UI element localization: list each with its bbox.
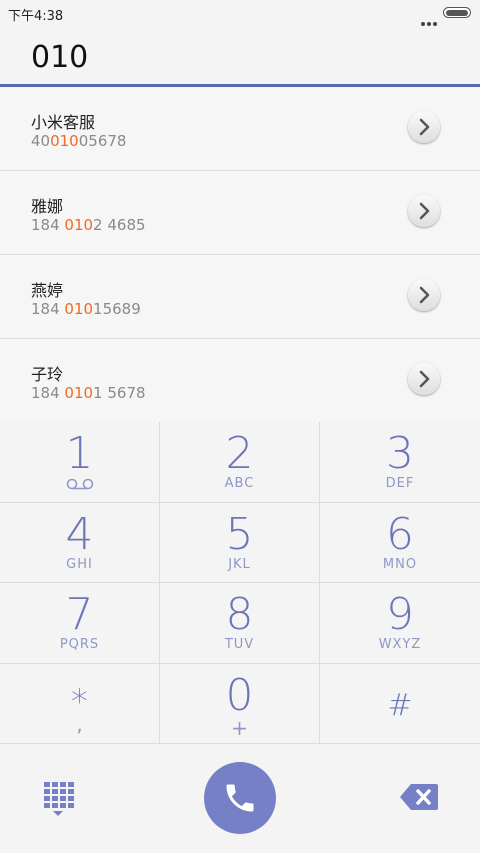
dialpad-grid-icon[interactable] — [42, 782, 74, 816]
key-digit: # — [387, 687, 413, 723]
key-letters: WXYZ — [378, 637, 422, 652]
result-row[interactable]: 子玲 184 0101 5678 — [0, 339, 480, 423]
contact-detail-button[interactable] — [408, 195, 440, 227]
key-6[interactable]: 6 MNO — [320, 503, 480, 583]
key-digit: 9 — [386, 589, 414, 640]
matched-digits: 010 — [64, 300, 94, 318]
voicemail-icon — [66, 478, 94, 490]
contact-detail-button[interactable] — [408, 363, 440, 395]
backspace-icon[interactable] — [399, 782, 439, 812]
status-bar: 下午4:38 — [0, 0, 480, 28]
key-letters: + — [231, 715, 248, 740]
key-0[interactable]: 0 + — [160, 663, 320, 744]
key-digit: 4 — [65, 508, 94, 560]
key-letters: ABC — [224, 476, 255, 491]
chevron-right-icon — [419, 286, 430, 304]
matched-digits: 010 — [50, 132, 79, 150]
key-7[interactable]: 7 PQRS — [0, 583, 160, 664]
chevron-right-icon — [419, 202, 430, 220]
contact-number: 184 0102 4685 — [31, 216, 146, 234]
contact-number: 184 01015689 — [31, 300, 141, 318]
key-2[interactable]: 2 ABC — [160, 422, 320, 503]
key-9[interactable]: 9 WXYZ — [320, 583, 480, 664]
key-star[interactable]: * , — [0, 663, 160, 744]
contact-name: 子玲 — [31, 365, 64, 384]
key-letters: TUV — [224, 637, 255, 652]
contact-number: 184 0101 5678 — [31, 384, 146, 402]
contact-number: 4001005678 — [31, 132, 127, 150]
key-digit: 1 — [65, 428, 94, 479]
key-letters: JKL — [228, 556, 251, 572]
contact-name: 燕婷 — [31, 281, 64, 300]
contact-name: 小米客服 — [31, 113, 96, 132]
call-button[interactable] — [204, 762, 276, 834]
contact-name: 雅娜 — [31, 197, 64, 216]
result-row[interactable]: 小米客服 4001005678 — [0, 87, 480, 171]
bottom-action-bar — [0, 744, 480, 853]
key-letters: GHI — [66, 556, 93, 572]
chevron-right-icon — [419, 118, 430, 136]
result-row[interactable]: 雅娜 184 0102 4685 — [0, 171, 480, 255]
dial-input-area[interactable]: 010 — [0, 28, 480, 86]
search-results-list: 小米客服 4001005678 雅娜 184 0102 4685 燕婷 184 … — [0, 87, 480, 423]
key-digit: 6 — [386, 508, 414, 560]
battery-icon — [443, 7, 471, 18]
key-4[interactable]: 4 GHI — [0, 502, 160, 583]
key-3[interactable]: 3 DEF — [320, 422, 480, 503]
key-digit: 5 — [225, 508, 254, 560]
key-8[interactable]: 8 TUV — [160, 583, 320, 664]
result-row[interactable]: 燕婷 184 01015689 — [0, 255, 480, 339]
matched-digits: 010 — [64, 216, 94, 234]
phone-icon — [226, 784, 254, 812]
key-letters: MNO — [382, 556, 418, 572]
dial-keypad: 1 2 ABC 3 DEF 4 GHI 5 JKL 6 MNO 7 PQRS 8… — [0, 422, 480, 744]
key-1[interactable]: 1 — [0, 422, 160, 503]
key-5[interactable]: 5 JKL — [160, 502, 320, 583]
key-digit: 8 — [225, 589, 254, 640]
dial-input[interactable]: 010 — [31, 40, 88, 75]
contact-detail-button[interactable] — [408, 279, 440, 311]
chevron-right-icon — [419, 370, 430, 388]
key-digit: 7 — [65, 589, 94, 640]
key-digit: 0 — [225, 669, 254, 721]
matched-digits: 010 — [64, 384, 94, 402]
key-letters: , — [76, 711, 83, 736]
status-time: 下午4:38 — [8, 9, 64, 24]
key-letters: DEF — [385, 476, 415, 491]
key-letters: PQRS — [59, 637, 100, 652]
key-digit: 2 — [225, 428, 254, 479]
contact-detail-button[interactable] — [408, 111, 440, 143]
key-digit: 3 — [386, 428, 414, 479]
key-hash[interactable]: # — [320, 664, 480, 744]
